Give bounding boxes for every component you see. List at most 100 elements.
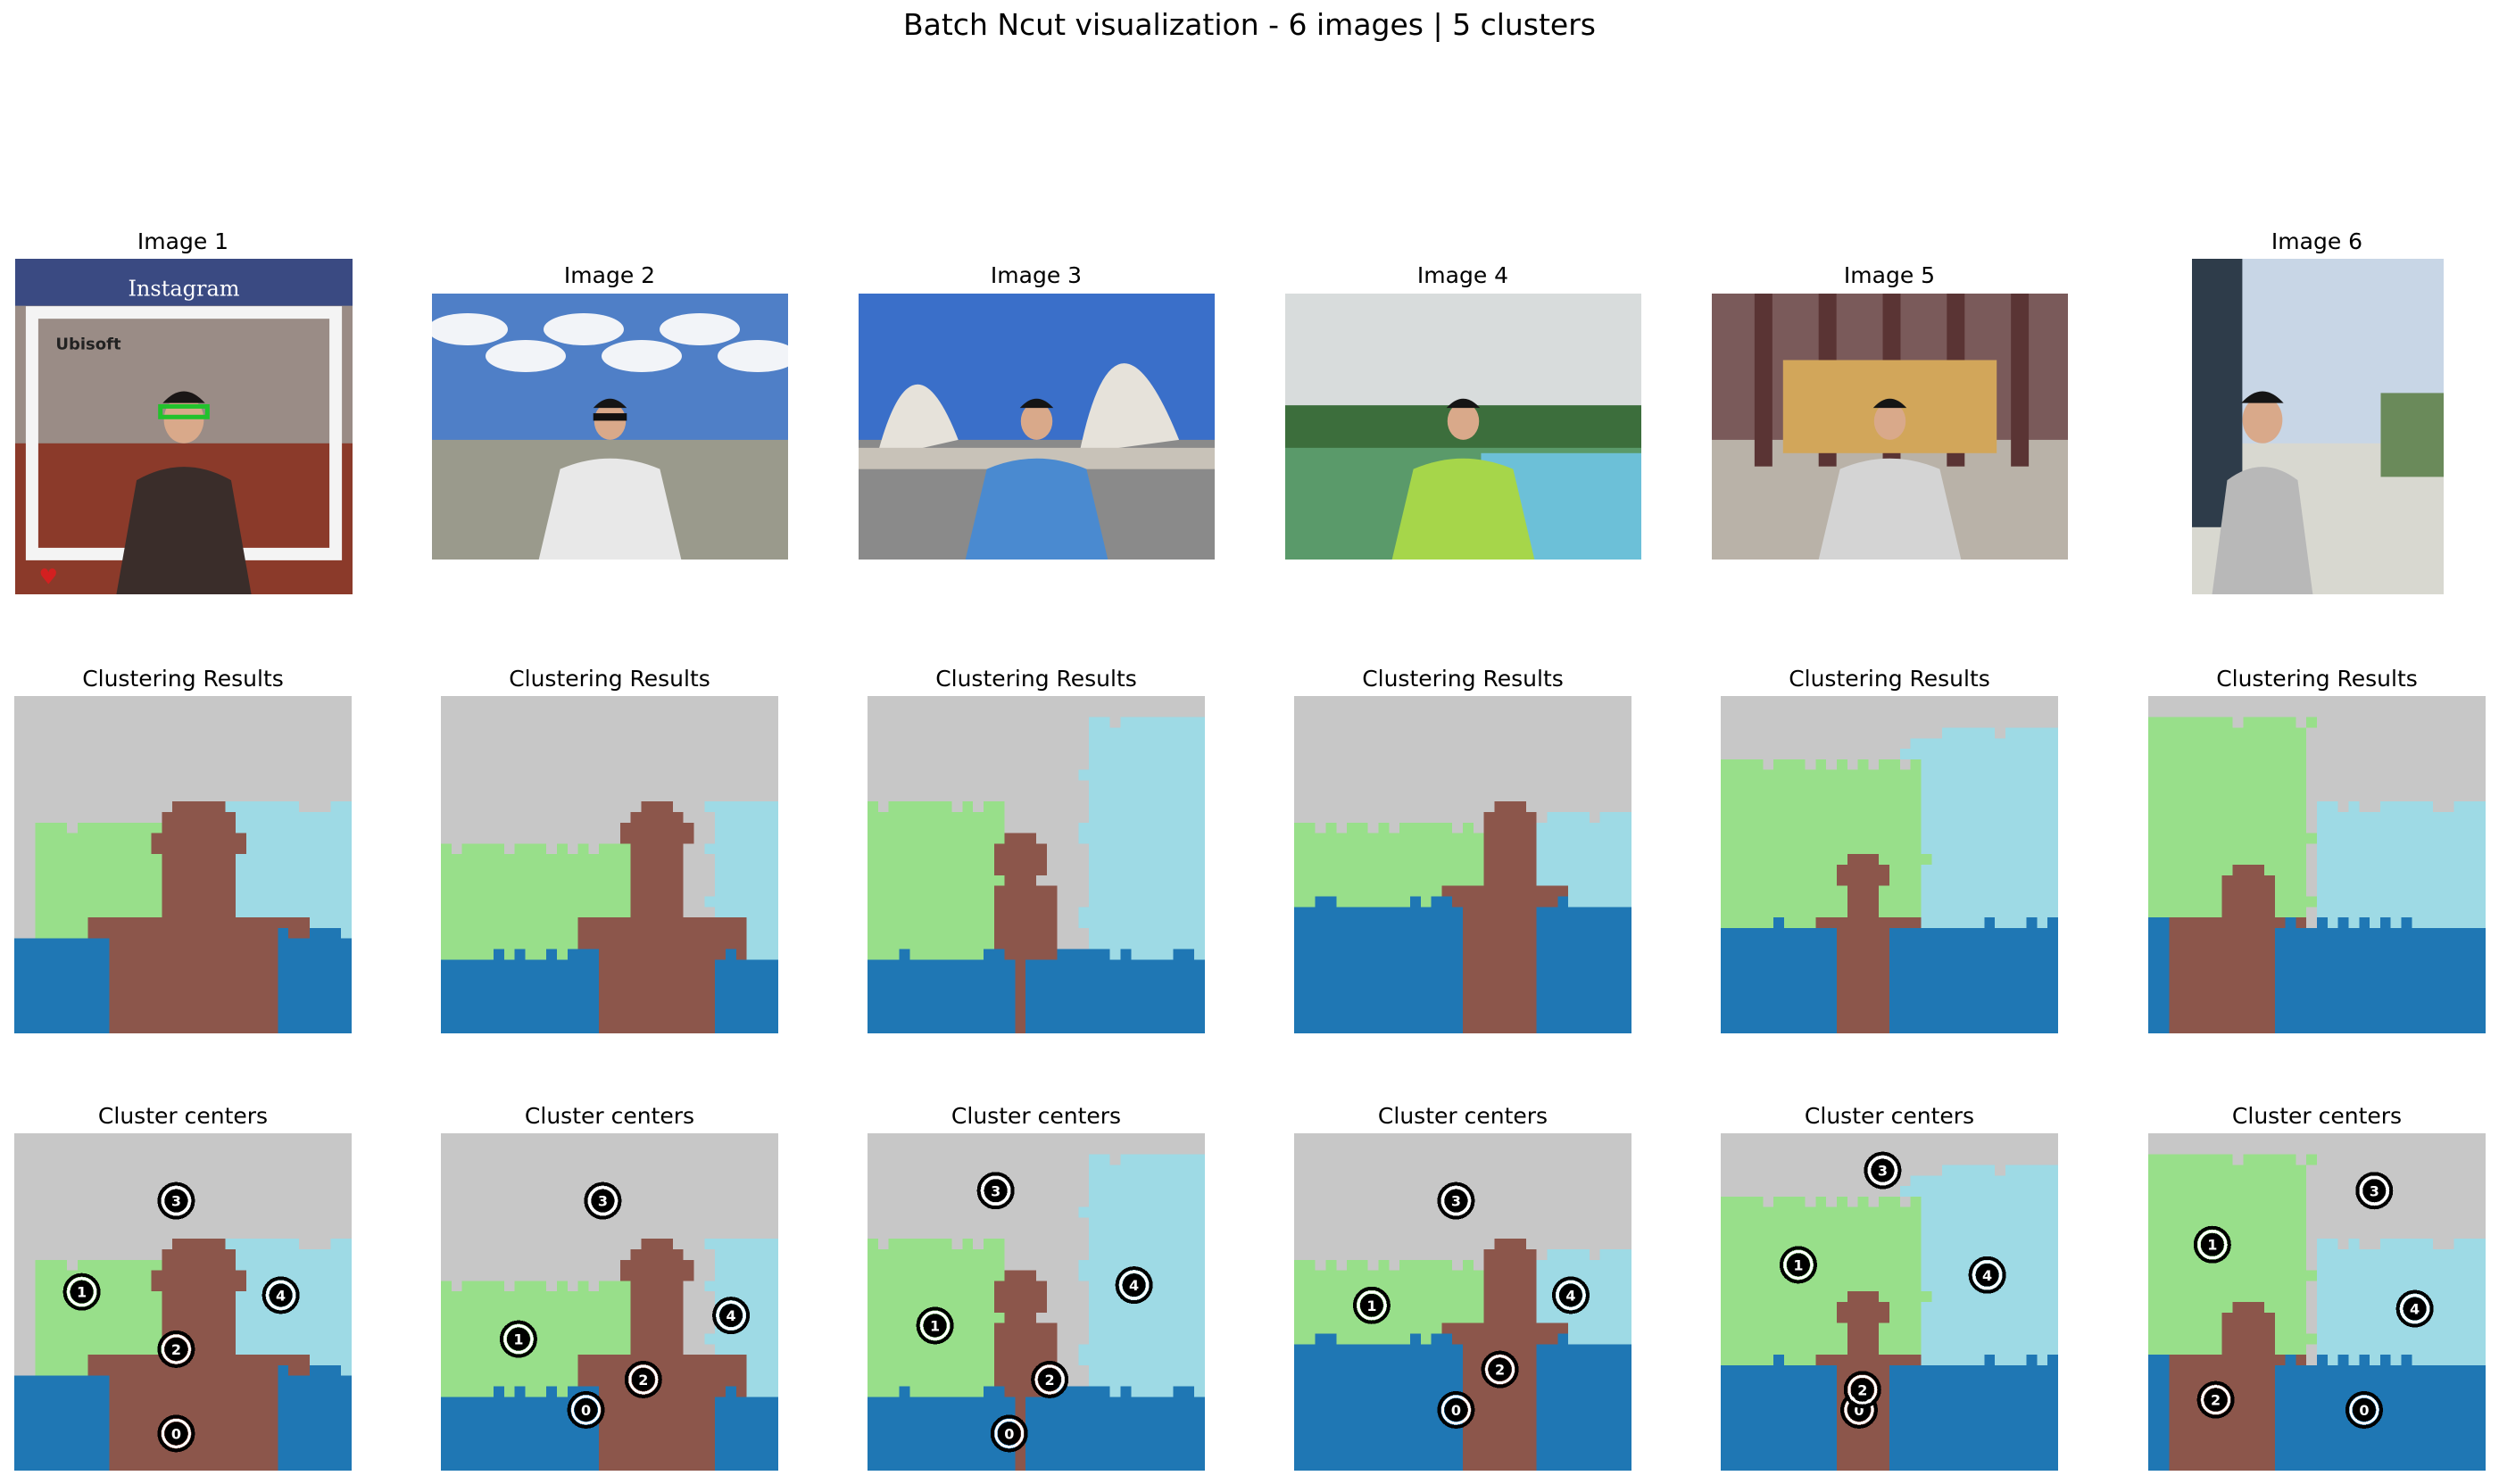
cluster-cell bbox=[672, 1239, 685, 1250]
cluster-cell bbox=[309, 896, 321, 908]
cluster-cell bbox=[140, 843, 153, 855]
cluster-cell bbox=[35, 1259, 47, 1272]
cluster-cell bbox=[693, 1228, 705, 1239]
cluster-cell bbox=[256, 1217, 269, 1229]
cluster-cell bbox=[288, 1228, 300, 1239]
cluster-cell bbox=[330, 1397, 342, 1408]
cluster-cell bbox=[514, 1291, 527, 1303]
cluster-cell bbox=[278, 1344, 289, 1355]
cluster-cell bbox=[683, 1364, 695, 1377]
cluster-cell bbox=[330, 1206, 342, 1219]
cluster-cell bbox=[1131, 696, 1142, 708]
cluster-cell bbox=[619, 959, 632, 971]
cluster-cell bbox=[1067, 727, 1079, 739]
cluster-cell bbox=[704, 1228, 716, 1239]
cluster-cell bbox=[662, 811, 674, 824]
cluster-cell bbox=[278, 1322, 289, 1335]
cluster-cell bbox=[461, 1196, 474, 1208]
cluster-cell bbox=[109, 791, 120, 802]
cluster-cell bbox=[899, 801, 910, 813]
cluster-cell bbox=[172, 1460, 184, 1471]
cluster-cell bbox=[278, 1386, 289, 1397]
person-face bbox=[594, 402, 627, 440]
cluster-cell bbox=[225, 1386, 237, 1397]
cluster-cell bbox=[877, 706, 890, 718]
cluster-cell bbox=[35, 1460, 47, 1471]
cluster-cell bbox=[757, 749, 768, 760]
cluster-cell bbox=[567, 980, 579, 992]
cluster-centers-title: Cluster centers bbox=[524, 1103, 695, 1129]
cluster-cell bbox=[662, 1333, 674, 1345]
cluster-cell bbox=[193, 907, 205, 918]
cluster-cell bbox=[746, 1417, 758, 1430]
cluster-cell bbox=[109, 696, 120, 708]
cluster-cell bbox=[704, 865, 716, 876]
cluster-cell bbox=[536, 1239, 547, 1250]
cluster-cell bbox=[87, 1312, 100, 1324]
cluster-cell bbox=[288, 1186, 300, 1198]
cluster-cell bbox=[1162, 875, 1175, 887]
cluster-cell bbox=[120, 791, 131, 802]
cluster-cell bbox=[735, 759, 748, 771]
cluster-cell bbox=[567, 1344, 579, 1355]
cluster-cell bbox=[577, 1248, 589, 1261]
cluster-cell bbox=[909, 843, 921, 855]
cluster-cell bbox=[129, 991, 142, 1003]
cluster-cell bbox=[214, 1407, 226, 1419]
cluster-cell bbox=[704, 896, 716, 908]
cluster-cell bbox=[715, 696, 726, 708]
cluster-cell bbox=[56, 1355, 68, 1366]
cluster-cell bbox=[546, 1012, 558, 1024]
cluster-cell bbox=[1004, 717, 1016, 729]
cluster-cell bbox=[503, 991, 516, 1003]
cluster-cell bbox=[214, 706, 226, 718]
cluster-cell bbox=[735, 1001, 748, 1013]
cluster-cell bbox=[483, 1228, 494, 1239]
cluster-cell bbox=[567, 1291, 579, 1303]
cluster-cell bbox=[1142, 791, 1153, 802]
cluster-cell bbox=[1173, 833, 1184, 844]
cluster-cell bbox=[441, 949, 452, 960]
cluster-cell bbox=[746, 959, 758, 971]
cluster-cell bbox=[278, 696, 289, 708]
cluster-cell bbox=[225, 1143, 237, 1156]
cluster-cell bbox=[757, 1312, 768, 1324]
cluster-cell bbox=[341, 759, 352, 771]
cluster-cell bbox=[56, 1322, 68, 1335]
cluster-cell bbox=[225, 1344, 237, 1355]
cluster-cell bbox=[87, 1375, 100, 1388]
cluster-cell bbox=[451, 1281, 463, 1292]
cluster-cell bbox=[203, 1428, 216, 1440]
cluster-cell bbox=[1142, 811, 1153, 824]
cluster-cell bbox=[1078, 780, 1090, 792]
cluster-cell bbox=[1057, 749, 1069, 760]
cluster-cell bbox=[183, 1449, 195, 1461]
cluster-cell bbox=[172, 959, 184, 971]
cluster-cell bbox=[556, 1186, 569, 1198]
cluster-cell bbox=[746, 938, 758, 950]
cluster-cell bbox=[567, 727, 579, 739]
cluster-cell bbox=[1078, 759, 1090, 771]
cluster-cell bbox=[567, 927, 579, 940]
cluster-cell bbox=[693, 1133, 705, 1145]
cluster-cell bbox=[662, 1012, 674, 1024]
cluster-center-label: 4 bbox=[276, 1287, 286, 1304]
cluster-cell bbox=[503, 1154, 516, 1166]
cluster-cell bbox=[1067, 749, 1079, 760]
cluster-cell bbox=[525, 1291, 536, 1303]
cluster-cell bbox=[288, 959, 300, 971]
cluster-cell bbox=[577, 1165, 589, 1176]
cluster-cell bbox=[746, 833, 758, 844]
cluster-cell bbox=[941, 959, 953, 971]
cluster-cell bbox=[14, 1228, 26, 1239]
cluster-cell bbox=[225, 811, 237, 824]
cluster-cell bbox=[320, 1291, 331, 1303]
cluster-cell bbox=[1151, 717, 1164, 729]
cluster-cell bbox=[641, 1291, 652, 1303]
cluster-cell bbox=[536, 706, 547, 718]
cluster-cell bbox=[441, 811, 452, 824]
cluster-cell bbox=[556, 896, 569, 908]
cluster-cell bbox=[757, 1012, 768, 1024]
cluster-cell bbox=[610, 738, 621, 750]
cluster-cell bbox=[77, 801, 89, 813]
